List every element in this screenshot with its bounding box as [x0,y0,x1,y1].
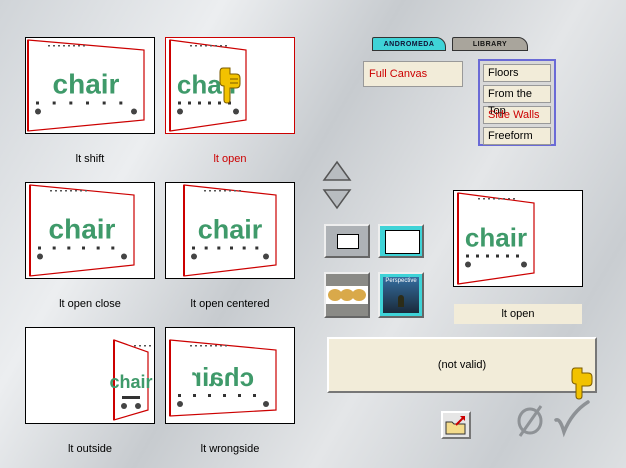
export-button[interactable] [441,411,471,439]
thumb-wrongside[interactable]: chair [165,327,295,424]
chair-panel: chair [183,184,277,277]
thumb-open-close-drawing: chair [29,184,135,277]
svg-text:chair: chair [49,214,116,245]
chair-panel: chair [109,339,153,421]
menu-item-floors[interactable]: Floors [483,64,551,82]
ok-button[interactable] [552,398,592,438]
chair-panel: chair [457,192,535,285]
cancel-button[interactable] [514,402,546,438]
down-arrow-button[interactable] [322,188,352,210]
large-frame-icon [385,230,420,254]
thumb-outside-drawing: chair [109,339,153,421]
caption-wrongside: lt wrongside [200,443,260,455]
chair-panel: chair [29,184,135,277]
caption-shift: lt shift [75,153,105,165]
status-panel: (not valid) [327,337,597,393]
checkmark-icon [554,400,590,438]
chair-panel: chair [27,39,145,132]
triangle-down-icon [322,189,352,210]
small-frame-icon [337,234,359,249]
small-frame-button[interactable] [324,224,370,258]
thumb-open-centered-drawing: chair [183,184,277,277]
tree-icon [398,295,404,307]
up-arrow-button[interactable] [322,160,352,182]
thumb-shift-drawing: chair [27,39,145,132]
perspective-label: Perspective [385,278,417,284]
pointing-hand-icon [219,67,241,104]
thumb-open-centered[interactable]: chair [165,182,295,279]
caption-outside: lt outside [67,443,113,455]
tab-library[interactable]: LIBRARY [452,37,528,51]
menu-item-from-the-top[interactable]: From the Top [483,85,551,117]
canvas-mode-field[interactable]: Full Canvas [363,61,463,87]
chair-panel: chair [169,339,277,417]
preview-drawing: chair [457,192,535,285]
texture-icon [326,274,368,316]
preview-caption: lt open [454,304,582,324]
caption-open-centered: lt open centered [190,298,270,310]
thumb-shift[interactable]: chair [25,37,155,134]
perspective-image: Perspective [383,277,419,313]
status-hand-icon [571,367,593,400]
caption-open-close: lt open close [59,298,121,310]
svg-text:chair: chair [465,223,527,253]
svg-text:chair: chair [192,362,254,392]
thumb-open-close[interactable]: chair [25,182,155,279]
projection-menu: Floors From the Top Side Walls Freeform [478,59,556,146]
svg-text:chair: chair [198,215,263,245]
texture-button[interactable] [324,272,370,318]
thumb-outside[interactable]: chair [25,327,155,424]
large-frame-button[interactable] [378,224,424,258]
folder-export-icon [445,416,466,435]
caption-open: lt open [213,153,247,165]
menu-item-freeform[interactable]: Freeform [483,127,551,145]
thumb-wrongside-drawing: chair [169,339,277,417]
perspective-button[interactable]: Perspective [378,272,424,318]
triangle-up-icon [322,160,352,181]
svg-text:chair: chair [53,69,120,100]
svg-text:chair: chair [109,372,152,392]
menu-item-side-walls[interactable]: Side Walls [483,106,551,124]
tab-andromeda[interactable]: ANDROMEDA [372,37,446,51]
empty-set-icon [517,405,543,437]
preview-thumbnail: chair [453,190,583,287]
